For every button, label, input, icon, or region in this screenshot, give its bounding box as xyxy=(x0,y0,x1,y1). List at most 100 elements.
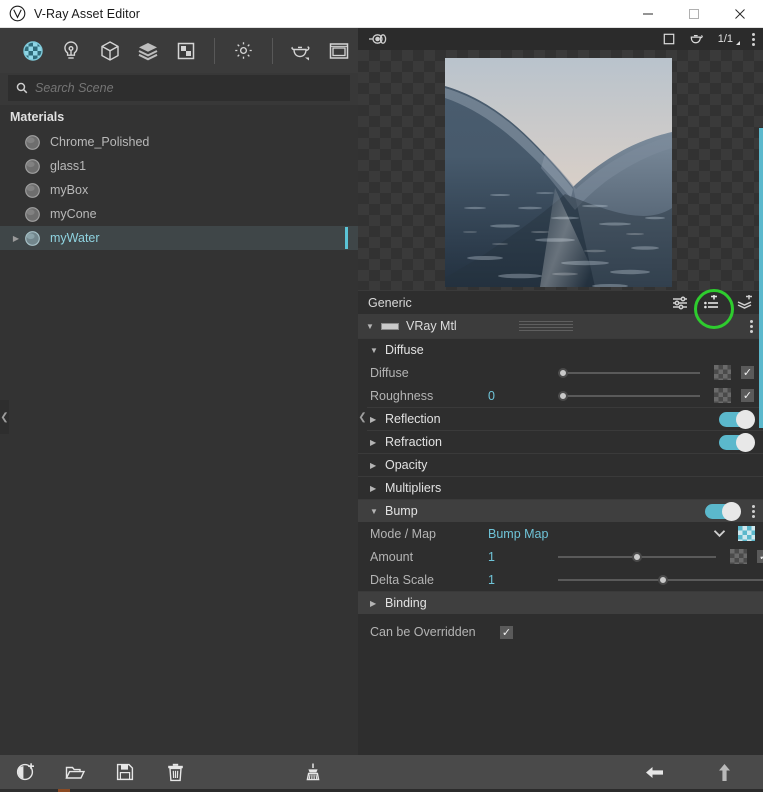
preview-render-image xyxy=(445,58,672,287)
collapse-triangle-icon: ▼ xyxy=(370,506,378,516)
open-file-button[interactable] xyxy=(50,755,100,789)
preview-header-actions: 1/1 xyxy=(663,32,755,46)
drag-handle[interactable] xyxy=(518,321,573,331)
section-header-bump[interactable]: ▼ Bump xyxy=(358,499,763,522)
list-item-label: myBox xyxy=(50,183,89,197)
preview-zoom-level[interactable]: 1/1 xyxy=(718,33,740,45)
collapse-right-panel-handle[interactable]: ❮ xyxy=(358,400,367,434)
preview-teapot-button[interactable] xyxy=(688,32,705,46)
section-header-reflection[interactable]: ▶ Reflection xyxy=(358,407,763,430)
broom-icon xyxy=(306,763,320,781)
expand-triangle-icon: ▶ xyxy=(370,460,377,470)
search-icon xyxy=(16,82,28,94)
diffuse-map-button[interactable] xyxy=(714,365,731,380)
search-bar[interactable] xyxy=(8,75,350,101)
expand-arrow-icon[interactable]: ▶ xyxy=(10,234,22,243)
teapot-icon xyxy=(291,45,310,60)
maximize-button[interactable] xyxy=(671,0,717,28)
reflection-toggle[interactable] xyxy=(719,409,755,429)
section-label: Reflection xyxy=(385,412,441,426)
collapse-triangle-icon: ▼ xyxy=(370,345,378,355)
section-header-binding[interactable]: ▶ Binding xyxy=(358,591,763,614)
amount-map-button[interactable] xyxy=(730,549,747,564)
up-button[interactable] xyxy=(699,755,749,789)
delta-scale-slider[interactable] xyxy=(558,573,763,587)
preview-header: 1/1 xyxy=(358,28,763,50)
preview-options-button[interactable] xyxy=(752,32,755,46)
list-item[interactable]: myCone xyxy=(0,202,358,226)
folder-open-icon xyxy=(65,766,85,779)
section-header-diffuse[interactable]: ▼ Diffuse xyxy=(358,338,763,361)
expand-triangle-icon: ▶ xyxy=(370,598,377,608)
list-item[interactable]: glass1 xyxy=(0,154,358,178)
right-bottom-toolbar xyxy=(358,755,763,789)
properties-list: ▼ Diffuse Diffuse ✓ Roughness 0 ✓ ▶ Refl… xyxy=(358,338,763,650)
preview-square-button[interactable] xyxy=(663,33,675,45)
can-be-overridden-checkbox[interactable]: ✓ xyxy=(500,625,513,639)
material-sphere-icon xyxy=(25,158,40,174)
floppy-disk-icon xyxy=(116,763,134,781)
param-row-diffuse: Diffuse ✓ xyxy=(358,361,763,384)
param-value[interactable]: 1 xyxy=(488,550,558,564)
param-label: Diffuse xyxy=(370,365,409,380)
eye-preview-icon[interactable] xyxy=(368,32,390,46)
vray-asset-editor-window: V-Ray Asset Editor Search Scene Material… xyxy=(0,0,763,792)
minimize-button[interactable] xyxy=(625,0,671,28)
generic-actions xyxy=(672,295,753,310)
material-name-label: VRay Mtl xyxy=(406,319,457,333)
section-header-multipliers[interactable]: ▶ Multipliers xyxy=(358,476,763,499)
trash-icon xyxy=(167,763,183,781)
chevron-down-icon[interactable] xyxy=(713,529,726,538)
render-preview-button[interactable] xyxy=(282,31,320,71)
bump-map-button[interactable] xyxy=(738,526,755,541)
expand-triangle-icon: ▶ xyxy=(370,483,377,493)
right-panel: 1/1 Generic ▼ VRay Mtl ▼ Diffuse Diffuse… xyxy=(358,28,763,755)
amount-slider[interactable] xyxy=(558,550,716,564)
roughness-map-button[interactable] xyxy=(714,388,731,403)
properties-scrollbar[interactable] xyxy=(759,128,763,428)
bump-menu-button[interactable] xyxy=(752,504,755,518)
delete-asset-button[interactable] xyxy=(150,755,200,789)
parameter-filter-button[interactable] xyxy=(672,296,688,310)
purge-unused-button[interactable] xyxy=(288,755,338,789)
roughness-slider[interactable] xyxy=(558,389,700,403)
param-value[interactable]: 1 xyxy=(488,573,558,587)
settings-tab[interactable] xyxy=(224,31,262,71)
save-file-button[interactable] xyxy=(100,755,150,789)
collapse-triangle-icon[interactable]: ▼ xyxy=(366,322,374,331)
list-item[interactable]: myBox xyxy=(0,178,358,202)
close-button[interactable] xyxy=(717,0,763,28)
materials-tab[interactable] xyxy=(14,31,52,71)
list-item[interactable]: Chrome_Polished xyxy=(0,130,358,154)
material-preview-area[interactable] xyxy=(358,50,763,290)
search-input[interactable] xyxy=(35,81,342,95)
section-header-refraction[interactable]: ▶ Refraction xyxy=(358,430,763,453)
back-button[interactable] xyxy=(629,755,679,789)
material-color-swatch[interactable] xyxy=(381,322,399,330)
geometry-tab[interactable] xyxy=(91,31,129,71)
collapse-left-panel-handle[interactable]: ❮ xyxy=(0,400,9,434)
save-material-button[interactable] xyxy=(736,295,753,310)
gear-icon xyxy=(235,42,252,59)
add-asset-button[interactable] xyxy=(0,755,50,789)
add-layer-button[interactable] xyxy=(704,295,720,310)
render-elements-tab[interactable] xyxy=(129,31,167,71)
amount-enable-checkbox[interactable]: ✓ xyxy=(757,550,763,563)
material-sphere-icon xyxy=(25,134,40,150)
section-header-opacity[interactable]: ▶ Opacity xyxy=(358,453,763,476)
refraction-toggle[interactable] xyxy=(719,432,755,452)
diffuse-enable-checkbox[interactable]: ✓ xyxy=(741,366,754,379)
param-value[interactable]: 0 xyxy=(488,389,558,403)
list-item-label: myWater xyxy=(50,231,100,245)
bump-toggle[interactable] xyxy=(705,501,741,521)
frame-buffer-button[interactable] xyxy=(320,31,358,71)
mode-map-value[interactable]: Bump Map xyxy=(488,527,713,541)
scene-tree: Materials Chrome_Polished glass1 myBox m… xyxy=(0,105,358,760)
diffuse-slider[interactable] xyxy=(558,366,700,380)
roughness-enable-checkbox[interactable]: ✓ xyxy=(741,389,754,402)
material-menu-button[interactable] xyxy=(750,319,753,333)
lights-tab[interactable] xyxy=(52,31,90,71)
list-item-selected[interactable]: ▶ myWater xyxy=(0,226,358,250)
textures-tab[interactable] xyxy=(167,31,205,71)
material-root-row[interactable]: ▼ VRay Mtl xyxy=(358,314,763,338)
